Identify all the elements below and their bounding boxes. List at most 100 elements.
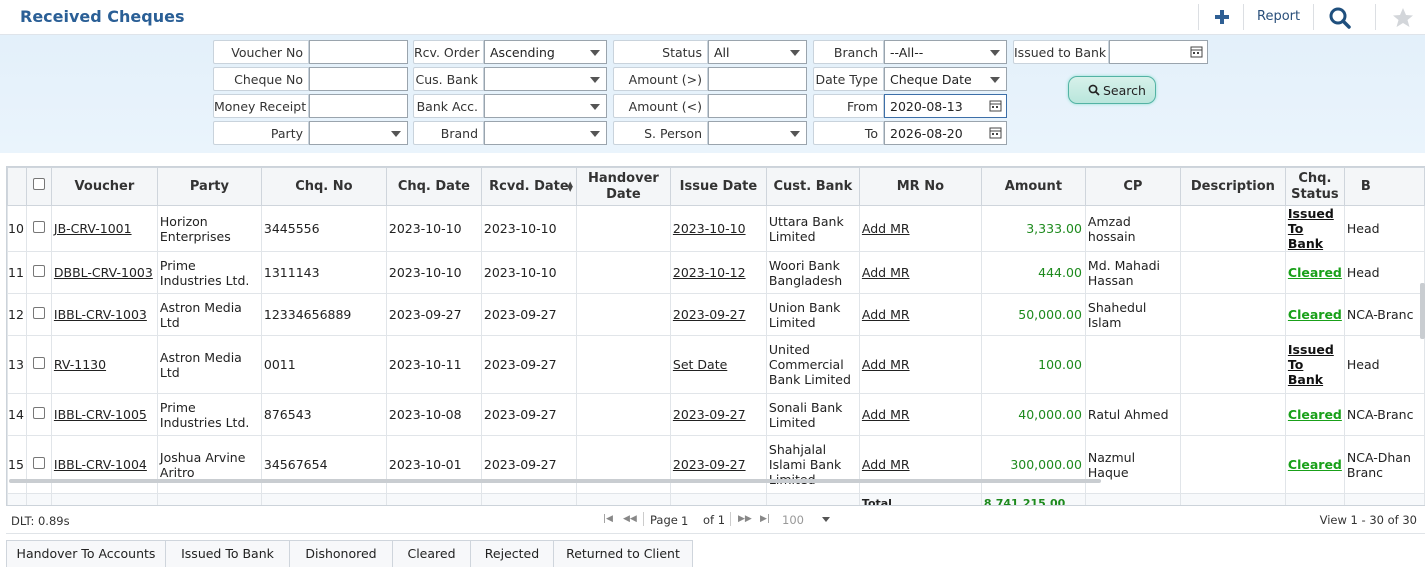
chq-status-link[interactable]: Cleared (1288, 265, 1342, 280)
add-button[interactable] (1208, 5, 1234, 29)
add-mr-link[interactable]: Add MR (862, 221, 910, 236)
issue-date-link[interactable]: 2023-10-12 (673, 265, 746, 280)
issue-date-link[interactable]: Set Date (673, 357, 727, 372)
page-size-select[interactable]: 100 (782, 513, 830, 527)
horizontal-scrollbar[interactable] (9, 479, 1101, 483)
row-checkbox[interactable] (32, 265, 45, 277)
table-row[interactable]: 15 IBBL-CRV-1004 Joshua Arvine Aritro 34567… (7, 435, 1425, 494)
amount-gt-label: Amount (>) (613, 67, 708, 91)
chq-status-link[interactable]: Issued To Bank (1288, 342, 1334, 387)
tab-issued-to-bank[interactable]: Issued To Bank (165, 540, 290, 567)
row-checkbox[interactable] (32, 221, 45, 233)
table-row[interactable]: 11 DBBL-CRV-1003 Prime Industries Ltd. 1311… (7, 251, 1425, 294)
voucher-link[interactable]: IBBL-CRV-1004 (54, 457, 147, 472)
favorite-button[interactable] (1390, 5, 1416, 31)
col-header-chq-no[interactable]: Chq. No (260, 167, 387, 206)
issue-date-link[interactable]: 2023-10-10 (673, 221, 746, 236)
brand-select[interactable] (484, 121, 607, 145)
voucher-link[interactable]: RV-1130 (54, 357, 106, 372)
money-receipt-input[interactable] (309, 94, 408, 118)
search-button[interactable]: Search (1068, 76, 1156, 104)
s-person-select[interactable] (708, 121, 807, 145)
chq-status-link[interactable]: Issued To Bank (1288, 206, 1334, 251)
col-header-chq-date[interactable]: Chq. Date (385, 167, 482, 206)
tab-dishonored[interactable]: Dishonored (289, 540, 393, 567)
tab-returned-to-client[interactable]: Returned to Client (553, 540, 693, 567)
col-header-cust-bank[interactable]: Cust. Bank (765, 167, 860, 206)
voucher-link[interactable]: IBBL-CRV-1003 (54, 307, 147, 322)
add-mr-link[interactable]: Add MR (862, 407, 910, 422)
row-checkbox[interactable] (32, 407, 45, 419)
vertical-scrollbar[interactable] (1420, 283, 1425, 339)
table-row[interactable]: 13 RV-1130 Astron Media Ltd 0011 2023-10-11 2… (7, 335, 1425, 394)
report-button[interactable]: Report (1257, 9, 1300, 24)
add-mr-link[interactable]: Add MR (862, 357, 910, 372)
table-row[interactable]: 10 JB-CRV-1001 Horizon Enterprises 3445556 2… (7, 205, 1425, 252)
plus-icon (1215, 10, 1229, 24)
bank-acc-select[interactable] (484, 94, 607, 118)
last-page-icon[interactable]: ▶| (760, 514, 770, 524)
chq-status-link[interactable]: Cleared (1288, 457, 1342, 472)
tab-handover-to-accounts[interactable]: Handover To Accounts (6, 540, 166, 567)
issue-date-link[interactable]: 2023-09-27 (673, 457, 746, 472)
issue-date-link[interactable]: 2023-09-27 (673, 407, 746, 422)
add-mr-link[interactable]: Add MR (862, 307, 910, 322)
col-header-rcvd-date[interactable]: Rcvd. Date ▲ ▼ (480, 167, 577, 206)
header-divider (1198, 4, 1199, 30)
party-select[interactable] (309, 121, 408, 145)
branch-select[interactable]: --All-- (884, 40, 1007, 64)
chq-status-link[interactable]: Cleared (1288, 307, 1342, 322)
header-search-button[interactable] (1326, 5, 1354, 31)
col-header-amount[interactable]: Amount (980, 167, 1086, 206)
col-header-mr-no[interactable]: MR No (858, 167, 982, 206)
date-type-select[interactable]: Cheque Date (884, 67, 1007, 91)
row-checkbox[interactable] (32, 457, 45, 469)
table-row[interactable]: 14 IBBL-CRV-1005 Prime Industries Ltd. 8765… (7, 393, 1425, 436)
to-date-input[interactable]: 2026-08-20 (884, 121, 1007, 145)
table-row[interactable]: 12 IBBL-CRV-1003 Astron Media Ltd 123346568… (7, 293, 1425, 336)
voucher-no-input[interactable] (309, 40, 408, 64)
cheque-no-input[interactable] (309, 67, 408, 91)
calendar-icon[interactable] (989, 99, 1002, 112)
col-header-branch[interactable]: B (1343, 167, 1425, 206)
cheques-table: Voucher Party Chq. No Chq. Date Rcvd. Da… (7, 167, 1425, 505)
row-checkbox[interactable] (32, 357, 45, 369)
issue-date-link[interactable]: 2023-09-27 (673, 307, 746, 322)
issued-to-bank-input[interactable] (1109, 40, 1208, 64)
pager-divider (643, 512, 644, 526)
add-mr-link[interactable]: Add MR (862, 265, 910, 280)
tab-cleared[interactable]: Cleared (392, 540, 471, 567)
status-tabs: Handover To Accounts Issued To Bank Dish… (6, 540, 693, 567)
cust-bank-cell: United Commercial Bank Limited (765, 335, 860, 394)
calendar-icon[interactable] (989, 126, 1002, 139)
status-select[interactable]: All (708, 40, 807, 64)
col-header-issue-date[interactable]: Issue Date (669, 167, 767, 206)
date-type-label: Date Type (813, 67, 884, 91)
total-label: Total (858, 493, 982, 505)
calendar-icon[interactable] (1190, 45, 1203, 58)
branch-cell: NCA-Branc (1343, 293, 1425, 336)
col-header-voucher[interactable]: Voucher (50, 167, 158, 206)
col-header-cp[interactable]: CP (1084, 167, 1181, 206)
page-number-input[interactable]: 1 (678, 511, 698, 528)
voucher-link[interactable]: DBBL-CRV-1003 (54, 265, 153, 280)
tab-rejected[interactable]: Rejected (470, 540, 554, 567)
rcv-order-select[interactable]: Ascending (484, 40, 607, 64)
col-header-description[interactable]: Description (1179, 167, 1286, 206)
voucher-link[interactable]: IBBL-CRV-1005 (54, 407, 147, 422)
first-page-icon[interactable]: |◀ (603, 514, 613, 524)
voucher-link[interactable]: JB-CRV-1001 (54, 221, 132, 236)
col-header-chq-status[interactable]: Chq. Status (1284, 167, 1345, 206)
from-date-input[interactable]: 2020-08-13 (884, 94, 1007, 118)
next-page-icon[interactable]: ▶▶ (738, 514, 752, 524)
select-all-checkbox[interactable] (32, 178, 45, 190)
col-header-handover-date[interactable]: Handover Date (575, 167, 671, 206)
row-checkbox[interactable] (32, 307, 45, 319)
prev-page-icon[interactable]: ◀◀ (623, 514, 637, 524)
chq-status-link[interactable]: Cleared (1288, 407, 1342, 422)
add-mr-link[interactable]: Add MR (862, 457, 910, 472)
amount-lt-input[interactable] (708, 94, 807, 118)
col-header-party[interactable]: Party (156, 167, 262, 206)
amount-gt-input[interactable] (708, 67, 807, 91)
cus-bank-select[interactable] (484, 67, 607, 91)
